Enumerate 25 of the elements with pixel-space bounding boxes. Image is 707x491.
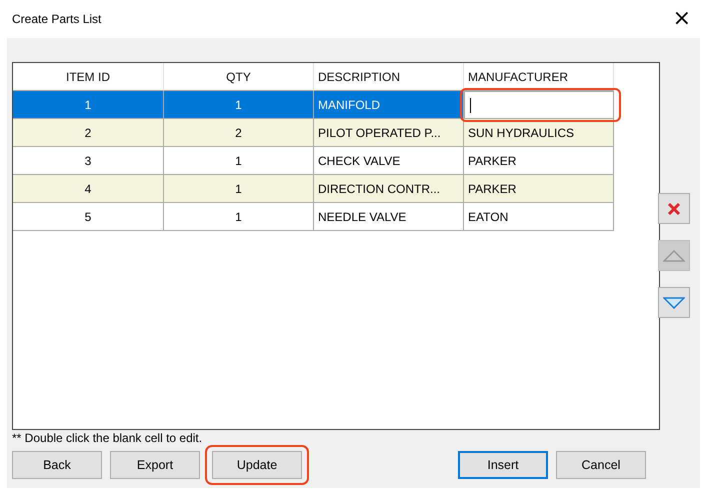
table-cell: PILOT OPERATED P... [314, 119, 464, 147]
table-cell: 5 [13, 203, 164, 231]
hint-text: ** Double click the blank cell to edit. [12, 431, 204, 445]
table-cell: 1 [164, 175, 314, 203]
dialog-button[interactable]: Cancel [556, 451, 646, 479]
dialog-button[interactable]: Export [110, 451, 200, 479]
table-cell: 4 [13, 175, 164, 203]
table-cell: NEEDLE VALVE [314, 203, 464, 231]
table-cell: PARKER [464, 175, 614, 203]
up-triangle-icon [663, 250, 685, 262]
move-down-button[interactable] [658, 287, 690, 318]
table-cell: EATON [464, 203, 614, 231]
down-triangle-icon [663, 296, 685, 308]
table-cell: 2 [13, 119, 164, 147]
table-cell: 2 [164, 119, 314, 147]
window-title: Create Parts List [12, 12, 102, 26]
delete-icon [666, 200, 682, 216]
table-cell: SUN HYDRAULICS [464, 119, 614, 147]
table-cell: DIRECTION CONTR... [314, 175, 464, 203]
dialog-button[interactable]: Update [212, 451, 302, 479]
dialog-button[interactable]: Back [12, 451, 102, 479]
delete-button[interactable] [658, 193, 690, 224]
table-cell: 1 [164, 203, 314, 231]
dialog-button[interactable]: Insert [458, 451, 548, 479]
close-button[interactable]: × [668, 8, 695, 30]
